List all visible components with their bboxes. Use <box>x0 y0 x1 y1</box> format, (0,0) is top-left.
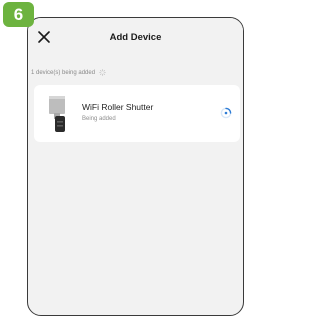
spinner-icon <box>98 69 106 76</box>
adding-status-text: 1 device(s) being added <box>31 70 96 77</box>
roller-shutter-device-icon <box>49 96 65 132</box>
screen-title: Add Device <box>109 32 162 43</box>
step-number: 6 <box>13 5 24 24</box>
device-card[interactable]: WiFi Roller Shutter Being added <box>34 85 240 142</box>
loading-spinner-icon <box>220 107 232 119</box>
phone-screen: Add Device 1 device(s) being added WiFi … <box>27 17 244 316</box>
step-badge: 6 <box>3 2 34 27</box>
page: 6 Add Device 1 device(s) being added WiF… <box>0 0 246 319</box>
adding-status: 1 device(s) being added <box>31 69 106 76</box>
device-name: WiFi Roller Shutter <box>82 102 154 112</box>
header-bar: Add Device <box>28 18 243 62</box>
device-status: Being added <box>82 116 116 122</box>
